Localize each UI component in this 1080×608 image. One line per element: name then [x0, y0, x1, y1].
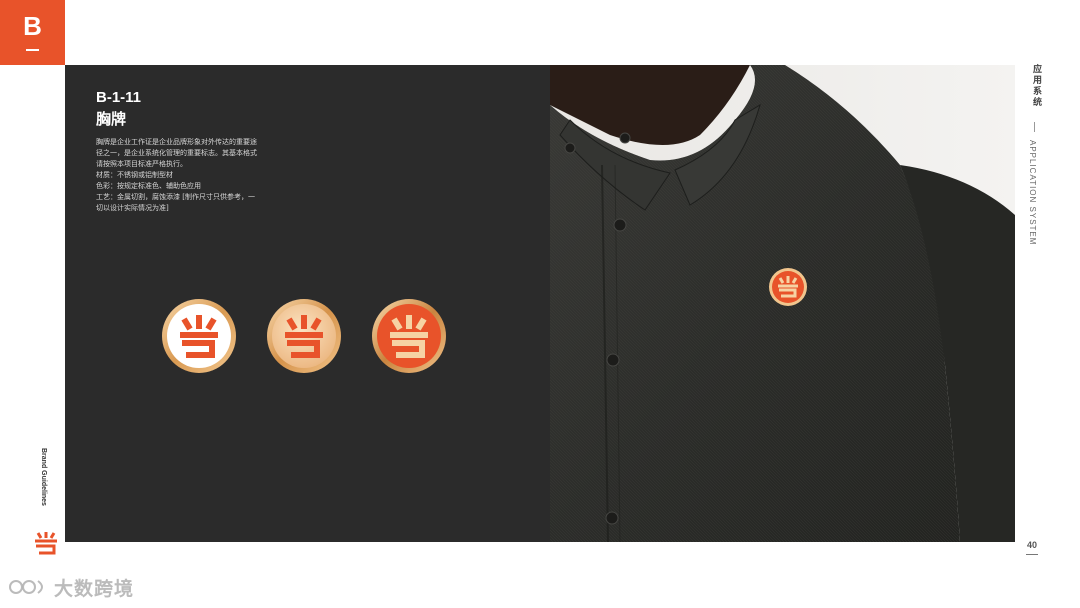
watermark: 大数跨境	[8, 574, 134, 600]
brand-logo-icon	[35, 532, 57, 555]
description-material: 材质：不锈钢或铝制型材	[96, 171, 173, 179]
description-color: 色彩：按规定标准色、辅助色应用	[96, 182, 201, 190]
description-paragraph: 胸牌是企业工作证是企业品牌形象对外传达的重要途径之一，是企业系统化管理的重要标志…	[96, 138, 257, 168]
section-underline	[26, 49, 39, 51]
badge-gold-variant	[372, 299, 446, 373]
shirt-photo	[550, 65, 1015, 542]
category-cn: 应用系统	[1031, 64, 1041, 108]
category-en: APPLICATION SYSTEM	[1028, 140, 1037, 246]
item-description: 胸牌是企业工作证是企业品牌形象对外传达的重要途径之一，是企业系统化管理的重要标志…	[96, 137, 260, 214]
watermark-logo-icon	[9, 580, 43, 594]
brand-guidelines-label: Brand Guidelines	[40, 448, 47, 506]
worn-badge	[769, 268, 807, 306]
item-title: 胸牌	[96, 110, 127, 128]
section-letter: B	[23, 11, 42, 41]
watermark-text: 大数跨境	[54, 577, 135, 600]
category-divider	[1034, 122, 1035, 132]
description-craft: 工艺：金属切割，腐蚀添漆 [制作尺寸只供参考，一切以设计实际情况为准]	[96, 193, 255, 212]
section-tab: B	[0, 0, 65, 65]
badge-white-variant	[162, 299, 236, 373]
page-number-underline	[1026, 554, 1038, 555]
item-code: B-1-11	[96, 89, 142, 106]
badge-light-gold-variant	[267, 299, 341, 373]
page-number: 40	[1026, 540, 1037, 550]
